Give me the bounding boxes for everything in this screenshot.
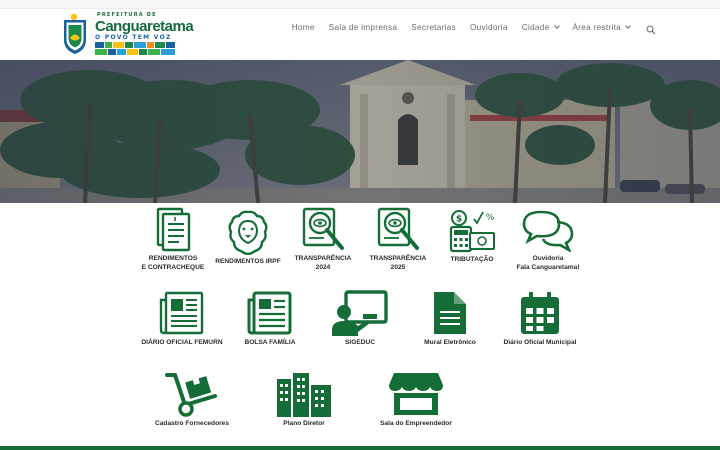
tile-sala-do-empreendedor[interactable]: Sala do Empreendedor [376, 371, 456, 429]
footer-green-bar [0, 446, 720, 450]
site-header: PREFEITURA DE Canguaretama O POVO TEM VO… [0, 9, 720, 60]
tile-mural-eletronico-label: Mural Eletrônico [424, 339, 476, 346]
logo-title: Canguaretama [95, 18, 194, 35]
tile-plano-diretor[interactable]: Plano Diretor [266, 371, 342, 429]
tile-rendimentos-irpf[interactable]: RENDIMENTOS IRPF [213, 209, 283, 267]
tile-bolsa-familia-label: BOLSA FAMÍLIA [244, 339, 296, 346]
tile-sigeduc[interactable]: SIGEDUC [322, 290, 398, 348]
document-icon [156, 207, 191, 252]
teacher-board-icon [332, 290, 388, 336]
coat-of-arms-icon [64, 13, 86, 54]
nav-home[interactable]: Home [292, 23, 315, 32]
file-icon [434, 292, 466, 334]
tile-rendimentos-irpf-label: RENDIMENTOS IRPF [215, 258, 281, 265]
newspaper-icon [247, 291, 292, 335]
tile-sigeduc-label: SIGEDUC [344, 339, 376, 346]
magnifier-document-icon [302, 207, 344, 250]
nav-ouvidoria[interactable]: Ouvidoria [470, 23, 508, 32]
tile-bolsa-familia[interactable]: BOLSA FAMÍLIA [232, 290, 308, 348]
nav-home-label: Home [291, 22, 315, 32]
tile-diario-oficial-femurn-label: DIÁRIO OFICIAL FEMURN [141, 339, 223, 346]
chevron-down-icon [625, 22, 631, 29]
chevron-down-icon [553, 22, 560, 29]
calendar-icon [521, 292, 559, 334]
speech-bubbles-icon [522, 210, 574, 252]
tile-rendimentos-contracheque-label: RENDIMENTOS E CONTRACHEQUE [141, 255, 205, 271]
logo-slogan: O POVO TEM VOZ [95, 34, 172, 41]
svg-text:$: $ [456, 215, 462, 225]
tile-plano-diretor-label: Plano Diretor [283, 420, 325, 427]
main-nav: Home Sala de imprensa Secretarias Ouvido… [278, 19, 656, 35]
nav-cidade-label: Cidade [521, 22, 550, 32]
tile-rendimentos-contracheque[interactable]: RENDIMENTOS E CONTRACHEQUE [138, 206, 208, 272]
nav-area-restrita-label: Área restrita [572, 22, 621, 32]
tile-ouvidoria-fala-label: Ouvidoria Fala Canguaretama! [516, 255, 580, 271]
site-logo[interactable]: PREFEITURA DE Canguaretama O POVO TEM VO… [62, 11, 194, 57]
tile-diario-oficial-femurn[interactable]: DIÁRIO OFICIAL FEMURN [140, 290, 224, 348]
tile-mural-eletronico[interactable]: Mural Eletrônico [412, 290, 488, 348]
tile-transparencia-2025[interactable]: TRANSPARÊNCIA 2025 [363, 206, 433, 272]
tile-ouvidoria-fala[interactable]: Ouvidoria Fala Canguaretama! [508, 208, 588, 272]
hero-banner [0, 60, 720, 203]
tile-cadastro-fornecedores-label: Cadastro Fornecedores [154, 420, 230, 427]
search-icon[interactable] [646, 22, 656, 35]
hero-photo [0, 60, 720, 203]
lion-icon [228, 210, 268, 255]
calculator-money-icon: $ % [449, 210, 495, 253]
nav-secretarias[interactable]: Secretarias [411, 23, 456, 32]
nav-ouvidoria-label: Ouvidoria [470, 22, 508, 32]
nav-sala-de-imprensa[interactable]: Sala de imprensa [329, 23, 398, 32]
nav-area-restrita[interactable]: Área restrita [573, 23, 631, 32]
tile-transparencia-2025-label: TRANSPARÊNCIA 2025 [369, 255, 427, 271]
svg-text:%: % [486, 213, 495, 223]
tile-transparencia-2024[interactable]: TRANSPARÊNCIA 2024 [288, 206, 358, 272]
tile-diario-oficial-municipal-label: Diário Oficial Municipal [503, 339, 577, 346]
nav-cidade[interactable]: Cidade [521, 22, 560, 32]
tile-tributacao[interactable]: $ % TRIBUTAÇÃO [437, 209, 507, 265]
tile-sala-do-empreendedor-label: Sala do Empreendedor [380, 420, 452, 427]
nav-sala-de-imprensa-label: Sala de imprensa [328, 22, 398, 32]
newspaper-icon [159, 291, 204, 335]
hand-truck-icon [165, 373, 217, 417]
magnifier-document-icon [377, 207, 419, 250]
top-strip [0, 0, 720, 9]
store-icon [389, 373, 443, 415]
service-tiles: RENDIMENTOS E CONTRACHEQUE RENDIMENTOS I… [0, 203, 720, 450]
tile-diario-oficial-municipal[interactable]: Diário Oficial Municipal [498, 290, 582, 348]
nav-secretarias-label: Secretarias [411, 22, 456, 32]
tile-transparencia-2024-label: TRANSPARÊNCIA 2024 [294, 255, 352, 271]
tile-tributacao-label: TRIBUTAÇÃO [450, 256, 494, 263]
logo-color-mosaic [95, 42, 175, 55]
tile-cadastro-fornecedores[interactable]: Cadastro Fornecedores [152, 371, 232, 429]
city-buildings-icon [277, 373, 331, 417]
